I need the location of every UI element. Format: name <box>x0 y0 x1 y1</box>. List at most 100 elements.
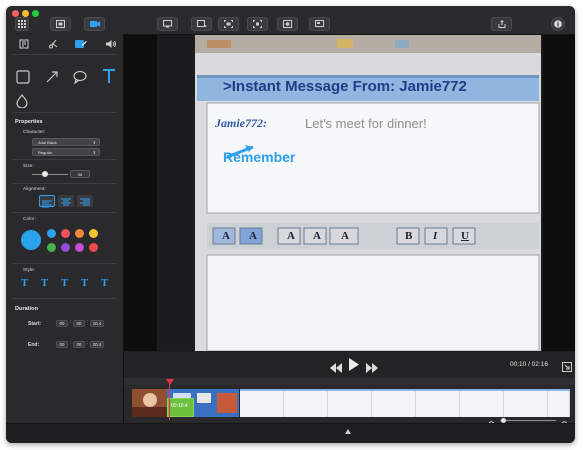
bottom-bar <box>6 423 575 443</box>
arrow-tool[interactable] <box>45 70 63 88</box>
tab-transform[interactable] <box>42 36 64 52</box>
tab-audio[interactable] <box>100 36 122 52</box>
clip-selection-bar <box>240 389 570 391</box>
weight-select[interactable]: Regular ⬍ <box>32 148 100 156</box>
color-label: Color: <box>23 217 36 222</box>
end-hours-field[interactable]: 00 <box>56 341 68 348</box>
end-seconds-field[interactable]: 20.4 <box>90 341 104 348</box>
blur-tool[interactable] <box>16 94 34 112</box>
color-swatch-blue[interactable] <box>47 229 56 238</box>
adjust-icon <box>19 39 29 49</box>
time-separator: : <box>87 341 89 346</box>
aspect-ratio-button[interactable] <box>191 17 212 31</box>
align-right-icon <box>80 198 90 206</box>
divider <box>12 159 117 160</box>
align-right-button[interactable] <box>77 195 93 207</box>
effects-button[interactable] <box>277 17 298 31</box>
chevron-updown-icon: ⬍ <box>92 140 96 145</box>
info-icon <box>554 20 562 28</box>
frame-thumbnail <box>240 389 284 417</box>
fullscreen-button[interactable] <box>562 359 572 372</box>
clip-thumbnail[interactable] <box>132 389 167 417</box>
color-swatch-selected[interactable] <box>21 230 41 250</box>
fit-button[interactable] <box>247 17 268 31</box>
crop-icon <box>224 20 233 28</box>
style-option-1[interactable]: T <box>18 277 31 290</box>
timeline[interactable]: 00:10.4 <box>124 378 575 429</box>
divider <box>12 183 117 184</box>
fast-forward-icon <box>366 363 378 373</box>
collapse-timeline-icon[interactable] <box>345 429 351 434</box>
fmt-button: I <box>433 230 438 242</box>
start-minutes-field[interactable]: 00 <box>73 320 85 327</box>
start-hours-field[interactable]: 00 <box>56 320 68 327</box>
caption-text[interactable]: Remember <box>223 149 295 165</box>
playback-controls: 00:10 / 02:16 <box>124 352 575 378</box>
zoom-slider-knob[interactable] <box>501 417 506 423</box>
divider <box>12 54 117 55</box>
size-slider-track[interactable] <box>32 174 68 175</box>
aspect-ratio-icon <box>196 20 207 27</box>
size-input[interactable]: 38 <box>70 170 90 178</box>
end-minutes-field[interactable]: 00 <box>73 341 85 348</box>
alignment-label: Alignment: <box>23 187 46 192</box>
start-label: Start: <box>28 321 42 327</box>
monitor-icon <box>163 20 172 28</box>
rectangle-icon <box>16 70 30 84</box>
scissors-icon <box>49 39 58 49</box>
zoom-slider-track[interactable] <box>500 420 556 421</box>
fast-forward-button[interactable] <box>366 360 378 373</box>
media-mode-button[interactable] <box>50 17 71 31</box>
color-swatch-green[interactable] <box>47 243 56 252</box>
play-button[interactable] <box>348 358 360 371</box>
font-select[interactable]: Arial Black ⬍ <box>32 138 100 146</box>
style-option-5[interactable]: T <box>98 277 111 290</box>
maximize-window-button[interactable] <box>32 10 39 17</box>
align-center-button[interactable] <box>58 195 74 207</box>
tab-adjust[interactable] <box>13 36 35 52</box>
divider <box>12 112 117 113</box>
align-center-icon <box>61 198 71 206</box>
text-style-row: T T T T T <box>18 277 118 290</box>
frame-thumbnail <box>372 389 416 417</box>
tab-text[interactable] <box>70 36 92 52</box>
color-swatch-crimson[interactable] <box>89 243 98 252</box>
style-option-3[interactable]: T <box>58 277 71 290</box>
divider <box>12 212 117 213</box>
rewind-button[interactable] <box>330 360 342 373</box>
color-swatch-red[interactable] <box>61 229 70 238</box>
start-seconds-field[interactable]: 10.4 <box>90 320 104 327</box>
share-icon <box>498 20 505 28</box>
crop-button[interactable] <box>218 17 239 31</box>
grid-view-button[interactable] <box>15 17 29 31</box>
display-button[interactable] <box>157 17 178 31</box>
fmt-button: U <box>461 230 469 242</box>
color-swatch-magenta[interactable] <box>75 243 84 252</box>
time-separator: : <box>70 320 72 325</box>
frame-thumbnail <box>504 389 548 417</box>
color-swatch-yellow[interactable] <box>89 229 98 238</box>
close-window-button[interactable] <box>12 10 19 17</box>
text-tool[interactable] <box>101 68 119 86</box>
color-swatch-orange[interactable] <box>75 229 84 238</box>
edit-mode-button[interactable] <box>84 17 105 31</box>
time-display: 00:10 / 02:16 <box>510 361 548 368</box>
screen-record-button[interactable] <box>309 17 330 31</box>
color-swatch-purple[interactable] <box>61 243 70 252</box>
video-preview[interactable]: >Instant Message From: Jamie772 Jamie772… <box>124 35 575 351</box>
align-left-button[interactable] <box>39 195 55 208</box>
font-select-value: Arial Black <box>38 140 57 145</box>
properties-heading: Properties <box>15 119 43 125</box>
size-slider-knob[interactable] <box>42 171 48 177</box>
speech-bubble-tool[interactable] <box>73 70 91 88</box>
frame-thumbnail <box>548 389 570 417</box>
share-button[interactable] <box>491 17 512 31</box>
style-option-4[interactable]: T <box>78 277 91 290</box>
im-sender: Jamie772: <box>215 116 267 130</box>
style-option-2[interactable]: T <box>38 277 51 290</box>
playhead-marker[interactable] <box>166 379 174 385</box>
minimize-window-button[interactable] <box>22 10 29 17</box>
im-title: >Instant Message From: Jamie772 <box>223 78 467 95</box>
rectangle-tool[interactable] <box>16 70 34 88</box>
info-button[interactable] <box>551 17 565 31</box>
